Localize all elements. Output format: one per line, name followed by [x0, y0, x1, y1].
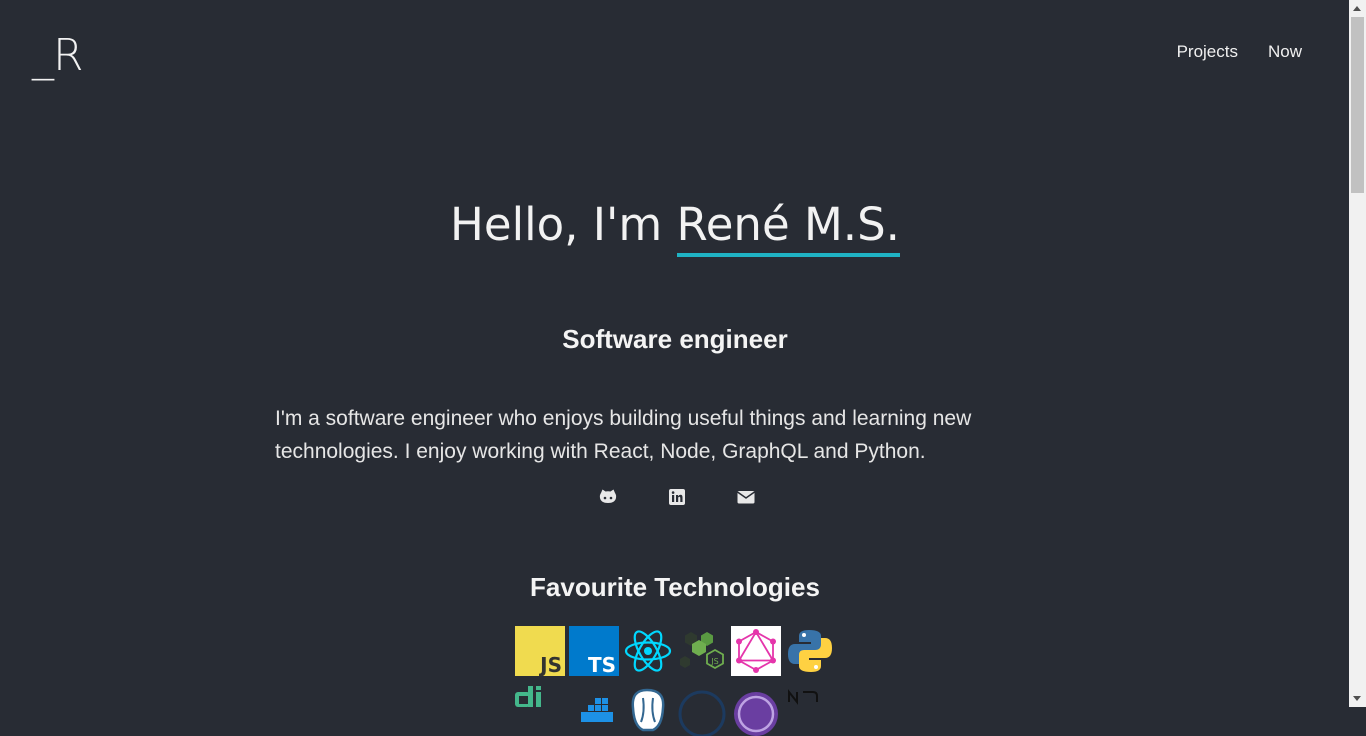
site-logo[interactable]: _R [32, 30, 84, 81]
nav-link-projects[interactable]: Projects [1177, 42, 1238, 62]
nav-link-now[interactable]: Now [1268, 42, 1302, 62]
tech-row-1: JS TS JS [515, 626, 835, 676]
ts-badge-text: TS [588, 653, 616, 676]
github-icon [599, 489, 617, 503]
envelope-icon [737, 491, 755, 504]
react-icon [623, 626, 673, 676]
main-nav: Projects Now [1177, 42, 1302, 62]
tech-row-2 [515, 686, 835, 736]
vertical-scrollbar[interactable] [1349, 0, 1366, 707]
unknown-tech-icon [677, 686, 727, 736]
scrollbar-thumb[interactable] [1351, 17, 1364, 193]
social-links [598, 487, 756, 507]
js-badge-text: JS [538, 653, 562, 676]
typescript-icon: TS [569, 626, 619, 676]
linkedin-icon [669, 489, 685, 505]
svg-text:JS: JS [710, 657, 718, 666]
scroll-up-arrow-icon[interactable] [1353, 6, 1361, 11]
postgresql-icon [623, 686, 673, 736]
nodejs-icon: JS [677, 626, 727, 676]
python-icon [785, 626, 835, 676]
apollo-icon [731, 686, 781, 736]
graphql-icon [731, 626, 781, 676]
javascript-icon: JS [515, 626, 565, 676]
email-link[interactable] [736, 487, 756, 507]
greeting-text: Hello, I'm [450, 198, 677, 251]
docker-icon [569, 686, 619, 736]
job-title: Software engineer [562, 324, 788, 354]
django-icon [515, 686, 565, 736]
author-name: René M.S. [676, 198, 900, 257]
scroll-down-arrow-icon[interactable] [1353, 696, 1361, 701]
page-title: Hello, I'm René M.S. [0, 198, 1350, 257]
linkedin-link[interactable] [667, 487, 687, 507]
nextjs-icon [785, 686, 835, 736]
github-link[interactable] [598, 487, 618, 507]
technologies-heading: Favourite Technologies [530, 572, 820, 602]
bio-text: I'm a software engineer who enjoys build… [275, 407, 972, 463]
